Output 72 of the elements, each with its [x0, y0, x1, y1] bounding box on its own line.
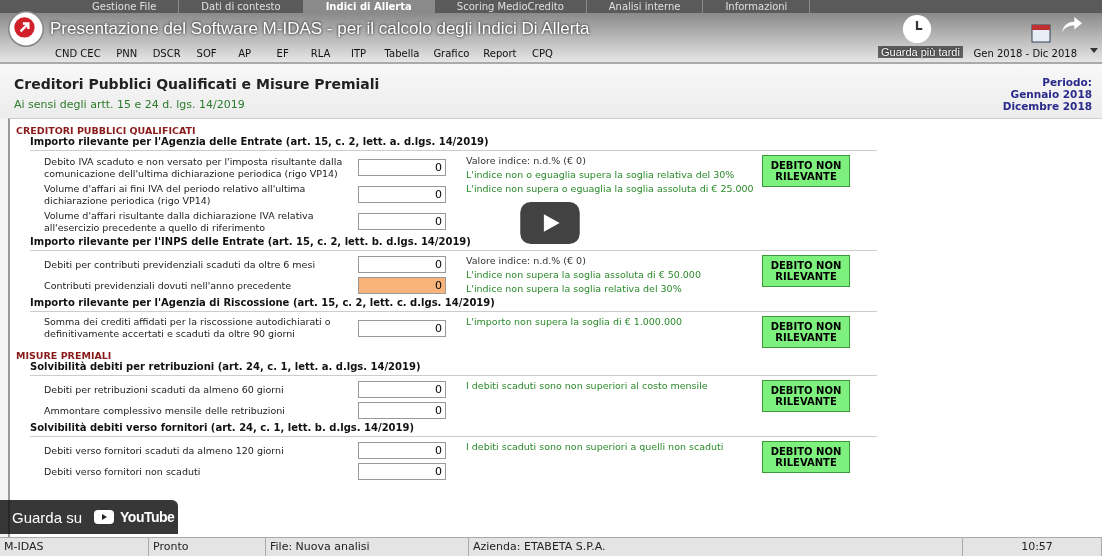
period-button[interactable]: Gen 2018 - Dic 2018	[968, 47, 1082, 60]
field-label: Volume d'affari risultante dalla dichiarazione IVA relativa all'esercizio precedente a quello di riferimento	[44, 209, 315, 234]
number-field[interactable]: 0	[358, 277, 446, 294]
number-field[interactable]: 0	[358, 319, 446, 337]
field-label: Volume d'affari ai fini IVA del periodo relativo all'ultima dichiarazione periodica (rigo VP14)	[44, 182, 307, 207]
number-field[interactable]: 0	[358, 381, 446, 398]
result-note: L'indice non o eguaglia supera la soglia relativa del 30%	[466, 169, 736, 181]
result-note: L'indice non supera o eguaglia la soglia assoluta di € 25.000	[466, 183, 755, 195]
status-badge: DEBITO NON RILEVANTE	[762, 380, 850, 412]
status-bar-field: Azienda: ETABETA S.P.A.	[469, 538, 963, 556]
status-bar-field: Pronto	[149, 538, 266, 556]
toolbar-button[interactable]: CPQ	[525, 47, 560, 60]
channel-logo-icon[interactable]	[8, 11, 44, 47]
number-field[interactable]: 0	[358, 463, 446, 480]
result-note: L'indice non supera la soglia relativa del 30%	[466, 283, 683, 295]
status-bar-field: M-IDAS	[0, 538, 149, 556]
period-start: Gennaio 2018	[1010, 88, 1092, 100]
toolbar-button[interactable]: CND CEC	[50, 47, 106, 60]
period-label: Periodo:	[1042, 76, 1092, 88]
field-label: Debito IVA scaduto e non versato per l'imposta risultante dalla comunicazione dell'ultima dichiarazione periodica (rigo VP14)	[44, 155, 344, 180]
status-badge: DEBITO NON RILEVANTE	[762, 316, 850, 348]
field-label: Contributi previdenziali dovuti nell'anno precedente	[44, 279, 293, 292]
page-subtitle: Ai sensi degli artt. 15 e 24 d. lgs. 14/2019	[14, 98, 246, 111]
field-label: Debiti verso fornitori non scaduti	[44, 465, 202, 478]
status-bar-field: 10:57	[973, 538, 1102, 556]
share-icon[interactable]	[1060, 14, 1084, 34]
field-label: Somma dei crediti affidati per la riscossione autodichiarati o definitivamente accertati e scaduti da oltre 90 giorni	[44, 316, 332, 340]
number-field[interactable]: 0	[358, 442, 446, 459]
field-label: Ammontare complessivo mensile delle retribuzioni	[44, 404, 286, 417]
status-bar-field: File: Nuova analisi	[266, 538, 469, 556]
page-title: Creditori Pubblici Qualificati e Misure Premiali	[14, 76, 380, 92]
field-label: Debiti per contributi previdenziali scaduti da oltre 6 mesi	[44, 258, 317, 271]
caret-icon[interactable]	[1090, 48, 1098, 54]
toolbar-button[interactable]: SOF	[189, 47, 224, 60]
watch-later-label[interactable]: Guarda più tardi	[878, 46, 963, 58]
result-note: Valore indice: n.d.% (€ 0)	[466, 255, 587, 267]
group-title: Solvibilità debiti per retribuzioni (art. 24, c. 1, lett. a. d.lgs. 14/2019)	[30, 361, 877, 376]
number-field[interactable]: 0	[358, 402, 446, 419]
result-note: I debiti scaduti sono non superiori a quelli non scaduti	[466, 441, 725, 453]
toolbar-button[interactable]: Report	[478, 47, 522, 60]
clock-icon[interactable]	[902, 14, 932, 44]
toolbar-button[interactable]: ITP	[341, 47, 376, 60]
toolbar-button[interactable]: PNN	[109, 47, 144, 60]
number-field[interactable]: 0	[358, 213, 446, 230]
toolbar-button[interactable]: RLA	[303, 47, 338, 60]
toolbar-button[interactable]: DSCR	[147, 47, 186, 60]
field-label: Debiti per retribuzioni scaduti da almeno 60 giorni	[44, 383, 285, 396]
group-title: Solvibilità debiti verso fornitori (art. 24, c. 1, lett. b. d.lgs. 14/2019)	[30, 422, 877, 437]
section-title: CREDITORI PUBBLICI QUALIFICATI	[16, 125, 197, 136]
number-field[interactable]: 0	[358, 159, 446, 176]
toolbar-button[interactable]: Grafico	[428, 47, 475, 60]
field-label: Debiti verso fornitori scaduti da almeno 120 giorni	[44, 444, 285, 457]
watch-on-youtube-button[interactable]: Guarda su YouTube	[0, 500, 178, 534]
result-note: Valore indice: n.d.% (€ 0)	[466, 155, 587, 167]
toolbar-button[interactable]: Tabella	[379, 47, 425, 60]
period-end: Dicembre 2018	[1002, 100, 1092, 112]
section-title: MISURE PREMIALI	[16, 350, 113, 361]
number-field[interactable]: 0	[358, 186, 446, 203]
result-note: L'importo non supera la soglia di € 1.000.000	[466, 316, 684, 328]
status-badge: DEBITO NON RILEVANTE	[762, 255, 850, 287]
status-badge: DEBITO NON RILEVANTE	[762, 155, 850, 187]
status-badge: DEBITO NON RILEVANTE	[762, 441, 850, 473]
group-title: Importo rilevante per l'Agenzia delle Entrate (art. 15, c. 2, lett. a. d.lgs. 14/2019)	[30, 136, 877, 151]
play-button-icon[interactable]	[520, 202, 580, 244]
result-note: I debiti scaduti sono non superiori al costo mensile	[466, 380, 709, 392]
play-logo-icon	[94, 510, 115, 524]
result-note: L'indice non supera la soglia assoluta di € 50.000	[466, 269, 702, 281]
group-title: Importo rilevante per l'Agenzia di Riscossione (art. 15, c. 2, lett. c. d.lgs. 14/2019)	[30, 297, 877, 312]
toolbar-button[interactable]: AP	[227, 47, 262, 60]
toolbar-button[interactable]: EF	[265, 47, 300, 60]
number-field[interactable]: 0	[358, 256, 446, 273]
calendar-icon	[1030, 22, 1052, 44]
